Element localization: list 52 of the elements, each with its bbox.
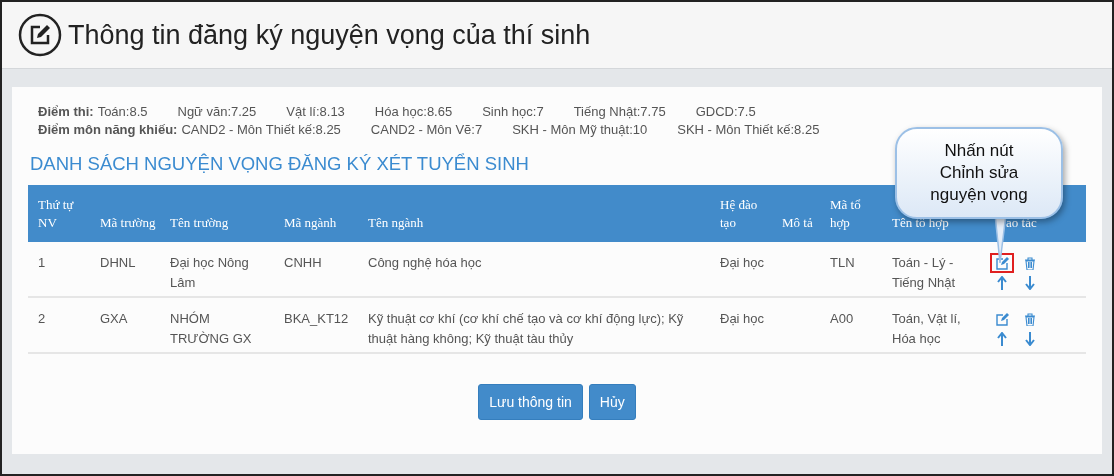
table-cell: GXA [100,311,128,326]
table-cell: 2 [38,311,46,326]
table-cell: Toán - Lý - Tiếng Nhật [892,255,956,290]
arrow-down-icon [1025,332,1035,346]
score-text: Hóa học:8.65 [374,103,453,121]
column-header: Mã tổ hợp [830,197,861,230]
table-cell: NHÓM TRƯỜNG GX [170,311,252,346]
score-text: GDCD:7.5 [695,103,756,121]
table-cell: TLN [830,255,855,270]
arrow-up-icon [997,332,1007,346]
score-text: Tiếng Nhật:7.75 [573,103,666,121]
save-button[interactable]: Lưu thông tin [478,384,583,420]
score-text: Ngữ văn:7.25 [177,103,257,121]
arrow-down-icon [1025,276,1035,290]
score-text: Toán:8.5 [97,103,148,121]
score-text: Vật lí:8.13 [286,103,345,121]
table-cell: Công nghệ hóa học [368,255,482,270]
table-cell: Đại học [720,255,765,270]
table-cell: Toán, Vật lí, Hóa học [892,311,961,346]
column-header: Tên ngành [368,215,424,230]
trash-icon [1024,312,1036,326]
edit-button[interactable] [990,253,1014,273]
table-cell: Đại học [720,311,765,326]
column-header: Mô tả [782,215,813,230]
edit-icon [995,256,1009,270]
column-header: Mã trường [100,215,156,230]
table-cell: DHNL [100,255,136,270]
arrow-up-icon [997,276,1007,290]
table-cell: Đại học Nông Lâm [170,255,249,290]
score-label: Điểm môn năng khiếu: [38,121,178,139]
table-cell: 1 [38,255,46,270]
page-title: Thông tin đăng ký nguyện vọng của thí sinh [68,19,591,51]
edit-icon [18,13,62,57]
trash-icon [1024,256,1036,270]
table-cell: CNHH [284,255,322,270]
score-text: Sinh học:7 [482,103,544,121]
score-text: SKH - Môn Mỹ thuật:10 [512,121,648,139]
table-cell: A00 [830,311,854,326]
cancel-button[interactable]: Hủy [588,384,636,420]
column-header: Hệ đào tạo [720,197,758,230]
section-title: DANH SÁCH NGUYỆN VỌNG ĐĂNG KÝ XÉT TUYỂN SINH [30,153,529,175]
score-text: CAND2 - Môn Thiết kế:8.25 [181,121,341,139]
edit-icon [995,312,1009,326]
score-label: Điểm thi: [38,103,94,121]
column-header: Tên trường [170,215,229,230]
callout-bubble: Nhấn nút Chỉnh sửa nguyện vọng [895,127,1063,219]
score-text: SKH - Môn Thiết kế:8.25 [677,121,820,139]
score-text: CAND2 - Môn Vẽ:7 [370,121,483,139]
table-cell: BKA_KT12 [284,311,349,326]
column-header: Thứ tự NV [38,197,74,230]
column-header: Mã ngành [284,215,337,230]
table-cell: Kỹ thuật cơ khí (cơ khí chế tạo và cơ khí động lực); Kỹ thuật hàng không; Kỹ thuật tàu thủy [368,311,684,346]
